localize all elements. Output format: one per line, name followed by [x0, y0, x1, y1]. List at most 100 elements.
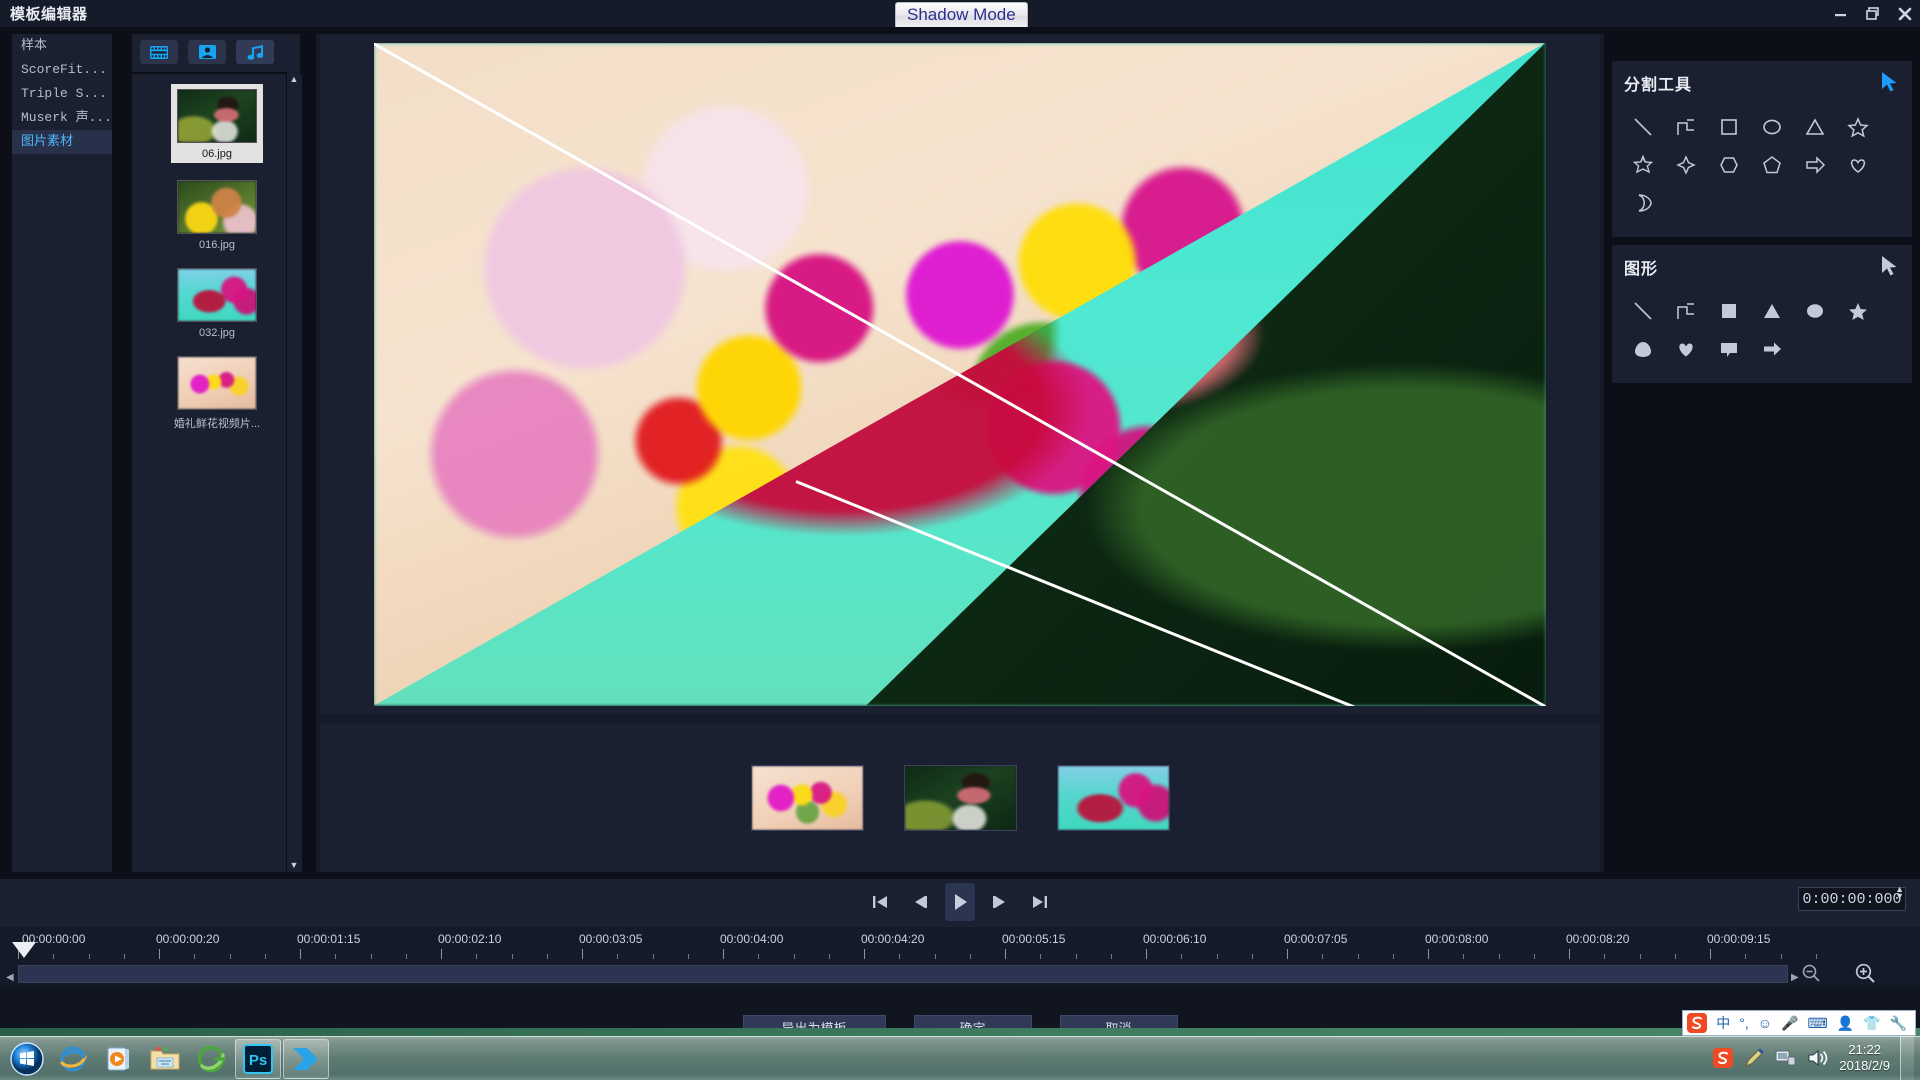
shape-tools-header: 图形 [1624, 255, 1900, 279]
tab-image[interactable] [188, 40, 226, 64]
stepper-down-icon[interactable]: ▼ [1895, 892, 1904, 901]
list-item[interactable]: 婚礼鲜花视频片... [132, 351, 302, 431]
circle-filled-icon[interactable] [1796, 293, 1834, 329]
timecode-stepper[interactable]: ▲ ▼ [1895, 885, 1904, 901]
media-tab-bar [132, 34, 300, 70]
pentagon-outline-icon[interactable] [1753, 147, 1791, 183]
green-browser-icon[interactable] [188, 1039, 234, 1079]
playhead-marker[interactable] [12, 942, 36, 958]
scroll-up-icon[interactable]: ▲ [287, 72, 301, 86]
jump-start-button[interactable] [865, 883, 895, 921]
ruler-minor-tick [1815, 954, 1817, 959]
category-item-image-assets[interactable]: 图片素材 [12, 130, 112, 154]
polyline-icon[interactable] [1667, 293, 1705, 329]
ime-keyboard-icon[interactable]: ⌨ [1807, 1015, 1827, 1032]
ime-punctuation-icon[interactable]: °, [1739, 1015, 1749, 1031]
ime-user-icon[interactable]: 👤 [1837, 1015, 1854, 1032]
category-item-sample[interactable]: 样本 [12, 34, 112, 58]
cursor-arrow-icon[interactable] [1880, 71, 1900, 93]
network-tray-icon[interactable] [1775, 1048, 1797, 1068]
preview-canvas[interactable] [374, 42, 1546, 706]
desktop-background [0, 1028, 1920, 1036]
storyboard-thumb-3[interactable] [1056, 765, 1170, 831]
arrow-right-filled-icon[interactable] [1753, 331, 1791, 367]
close-icon[interactable] [1896, 5, 1914, 23]
heart-filled-icon[interactable] [1667, 331, 1705, 367]
minimize-icon[interactable] [1832, 5, 1850, 23]
polyline-icon[interactable] [1667, 109, 1705, 145]
category-item-scorefit[interactable]: ScoreFit... [12, 58, 112, 82]
callout-filled-icon[interactable] [1710, 331, 1748, 367]
right-tool-column: 分割工具 图形 [1612, 61, 1912, 391]
sogou-tray-icon[interactable] [1713, 1048, 1734, 1068]
category-item-triple-s[interactable]: Triple S... [12, 82, 112, 106]
jump-end-button[interactable] [1025, 883, 1055, 921]
timeline-track[interactable] [18, 965, 1788, 983]
media-player-icon[interactable] [96, 1039, 142, 1079]
tab-audio[interactable] [236, 40, 274, 64]
ime-voice-icon[interactable]: 🎤 [1781, 1015, 1798, 1032]
ime-mode-icon[interactable]: 中 [1716, 1013, 1730, 1033]
line-icon[interactable] [1624, 293, 1662, 329]
media-scrollbar[interactable]: ▲ ▼ [286, 72, 300, 872]
media-item-list[interactable]: 06.jpg 016.jpg 032.jpg 婚礼鲜花视频片... [132, 72, 302, 872]
hexagon-outline-icon[interactable] [1710, 147, 1748, 183]
step-back-button[interactable] [905, 883, 935, 921]
triangle-outline-icon[interactable] [1796, 109, 1834, 145]
storyboard-thumb-1[interactable] [750, 765, 864, 831]
step-forward-button[interactable] [985, 883, 1015, 921]
ruler-minor-tick [546, 954, 548, 959]
cursor-arrow-icon[interactable] [1880, 255, 1900, 277]
list-item[interactable]: 06.jpg [132, 84, 302, 163]
media-label-box: 婚礼鲜花视频片... [174, 412, 260, 431]
ruler-major-tick [300, 949, 301, 959]
scroll-left-icon[interactable]: ◀ [6, 972, 14, 983]
timecode-field[interactable]: 0:00:00:000 [1798, 887, 1906, 911]
ruler-minor-tick [1251, 954, 1253, 959]
ime-toolbar[interactable]: 中 °, ☺ 🎤 ⌨ 👤 👕 🔧 [1682, 1010, 1916, 1036]
arrow-right-outline-icon[interactable] [1796, 147, 1834, 183]
circle-outline-icon[interactable] [1753, 109, 1791, 145]
storyboard-thumb-2[interactable] [903, 765, 1017, 831]
play-button[interactable] [945, 883, 975, 921]
scroll-down-icon[interactable]: ▼ [287, 858, 301, 872]
square-filled-icon[interactable] [1710, 293, 1748, 329]
square-outline-icon[interactable] [1710, 109, 1748, 145]
shape-grid [1624, 293, 1900, 369]
ime-settings-icon[interactable]: 🔧 [1890, 1015, 1907, 1032]
sogou-pinyin-icon[interactable] [1687, 1013, 1708, 1033]
list-item[interactable]: 016.jpg [132, 175, 302, 251]
ime-emoji-icon[interactable]: ☺ [1758, 1015, 1772, 1031]
ime-skin-icon[interactable]: 👕 [1863, 1015, 1880, 1032]
clock[interactable]: 21:22 2018/2/9 [1839, 1042, 1890, 1074]
photoshop-icon[interactable]: Ps [235, 1038, 281, 1079]
preview-canvas-container[interactable] [320, 34, 1600, 714]
zoom-out-icon[interactable] [1798, 960, 1824, 986]
star5-filled-icon[interactable] [1839, 293, 1877, 329]
triangle-filled-icon[interactable] [1753, 293, 1791, 329]
star5-outline-icon[interactable] [1839, 109, 1877, 145]
timeline-ruler[interactable]: 00:00:00:00 00:00:00:20 00:00:01:15 00:0… [16, 932, 1817, 960]
category-item-muserk[interactable]: Muserk 声... [12, 106, 112, 130]
restore-icon[interactable] [1864, 5, 1882, 23]
zoom-in-icon[interactable] [1852, 960, 1878, 986]
volume-tray-icon[interactable] [1807, 1048, 1829, 1068]
video-editor-icon[interactable] [283, 1038, 329, 1079]
show-desktop-button[interactable] [1900, 1036, 1914, 1080]
ruler-minor-tick [1533, 954, 1535, 959]
storyboard-strip[interactable] [320, 724, 1600, 872]
moon-outline-icon[interactable] [1624, 185, 1662, 221]
line-icon[interactable] [1624, 109, 1662, 145]
pen-tray-icon[interactable] [1743, 1047, 1765, 1069]
star6-outline-icon[interactable] [1624, 147, 1662, 183]
list-item[interactable]: 032.jpg [132, 263, 302, 339]
ruler-label: 00:00:02:10 [438, 932, 502, 946]
windows-start-orb-icon[interactable] [4, 1039, 50, 1079]
internet-explorer-icon[interactable] [50, 1039, 96, 1079]
heart-outline-icon[interactable] [1839, 147, 1877, 183]
tab-video[interactable] [140, 40, 178, 64]
file-explorer-icon[interactable] [142, 1039, 188, 1079]
egg-filled-icon[interactable] [1624, 331, 1662, 367]
ruler-minor-tick [1604, 954, 1606, 959]
sparkle-outline-icon[interactable] [1667, 147, 1705, 183]
